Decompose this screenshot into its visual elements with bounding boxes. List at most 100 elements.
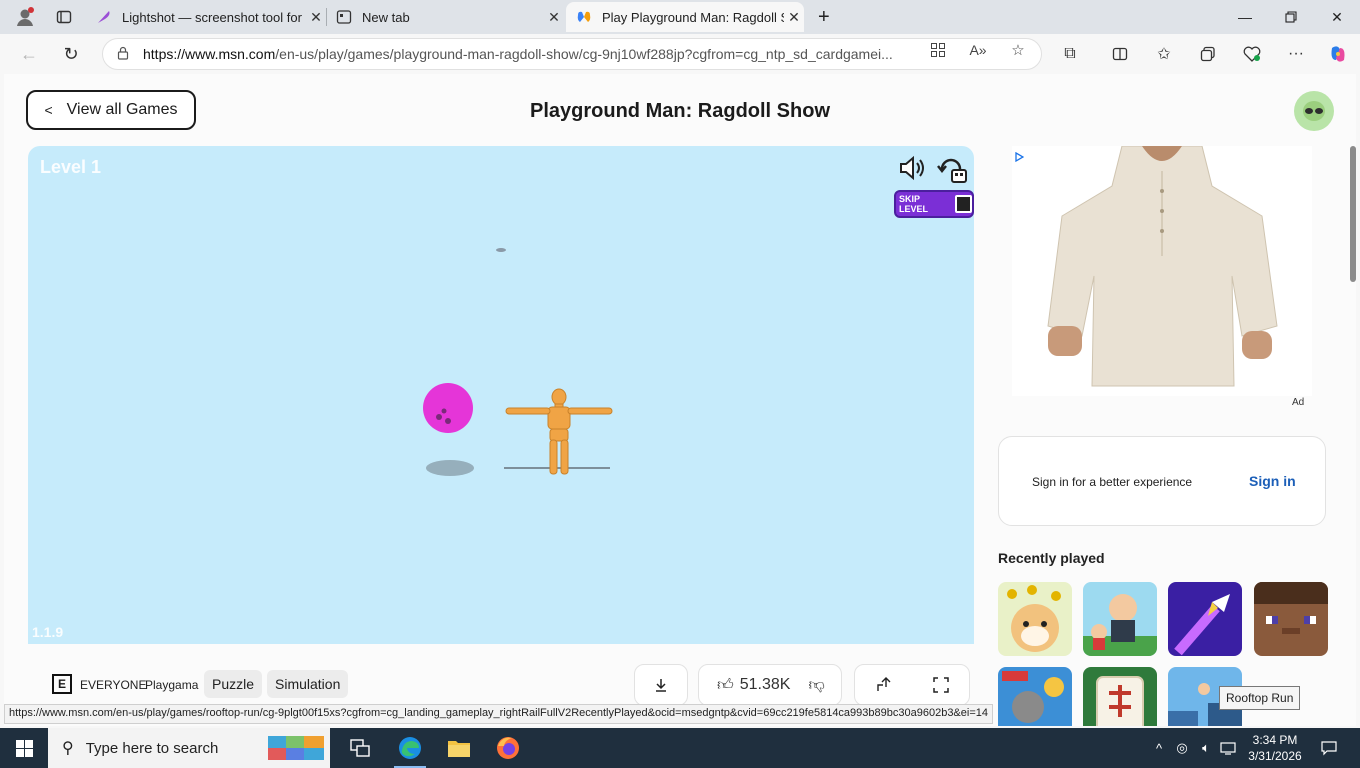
- dislike-button[interactable]: 👎︎: [808, 676, 824, 695]
- fullscreen-icon: [932, 677, 949, 693]
- browser-essentials-button[interactable]: [1240, 43, 1264, 65]
- speaker-icon: 🔈︎: [1202, 740, 1210, 755]
- action-center-button[interactable]: [1316, 728, 1342, 768]
- network-button[interactable]: [1218, 728, 1238, 768]
- favorite-button[interactable]: ☆: [1006, 40, 1030, 60]
- avatar[interactable]: [1294, 91, 1334, 131]
- clock-date: 3/31/2026: [1248, 749, 1302, 763]
- show-hidden-icons-button[interactable]: ^: [1150, 728, 1168, 768]
- read-aloud-button[interactable]: A»: [966, 40, 990, 60]
- address-toolbar: ← ↻ https://www.msn.com/en-us/play/games…: [0, 34, 1360, 74]
- like-button[interactable]: 👍︎ 51.38K: [717, 676, 790, 695]
- more-icon: ···: [1288, 45, 1304, 62]
- network-icon: [1220, 742, 1236, 755]
- profile-button[interactable]: [4, 2, 44, 32]
- star-icon: ☆: [1011, 42, 1025, 59]
- url-path: /en-us/play/games/playground-man-ragdoll…: [275, 46, 893, 62]
- fullscreen-button[interactable]: [932, 677, 949, 693]
- taskbar-search-box[interactable]: ⚲ Type here to search: [48, 728, 330, 768]
- thumbs-down-icon: 👎︎: [808, 676, 825, 694]
- close-tab-icon[interactable]: ✕: [306, 9, 326, 26]
- minimize-button[interactable]: —: [1222, 0, 1268, 34]
- tab-playground-man[interactable]: Play Playground Man: Ragdoll Show ✕: [566, 2, 804, 32]
- view-all-games-button[interactable]: < View all Games: [26, 90, 196, 130]
- tag-simulation[interactable]: Simulation: [267, 670, 349, 698]
- adchoices-icon[interactable]: [1014, 152, 1024, 162]
- shiba-bees-icon: [998, 582, 1072, 656]
- close-icon: ✕: [1331, 8, 1343, 25]
- address-field[interactable]: https://www.msn.com/en-us/play/games/pla…: [102, 38, 1042, 70]
- tab-title: Play Playground Man: Ragdoll Show: [602, 9, 784, 25]
- task-view-icon: [350, 739, 370, 757]
- split-screen-button[interactable]: [1108, 43, 1132, 65]
- start-button[interactable]: [0, 728, 48, 768]
- tab-actions-button[interactable]: [46, 2, 82, 32]
- page-scrollbar[interactable]: [1350, 146, 1356, 282]
- recent-game-thumbnail[interactable]: [1254, 582, 1328, 656]
- favorites-button[interactable]: ✩: [1152, 43, 1176, 65]
- download-button[interactable]: [634, 664, 688, 706]
- share-button[interactable]: [876, 677, 892, 693]
- rating-label: EVERYONE: [80, 678, 147, 692]
- cat-adventure-icon: [998, 667, 1072, 726]
- close-tab-icon[interactable]: ✕: [784, 9, 804, 26]
- page-title: Playground Man: Ragdoll Show: [530, 100, 830, 122]
- profile-icon: [17, 7, 34, 26]
- msn-game-page: < View all Games Playground Man: Ragdoll…: [4, 74, 1356, 726]
- alien-avatar-icon: [1303, 101, 1325, 121]
- thumbnail-tooltip: Rooftop Run: [1219, 686, 1301, 710]
- view-all-games-label: View all Games: [66, 101, 178, 118]
- site-info-icon[interactable]: [103, 46, 143, 63]
- clock[interactable]: 3:34 PM 3/31/2026: [1236, 732, 1314, 764]
- recent-game-thumbnail[interactable]: [1083, 582, 1157, 656]
- refresh-button[interactable]: ↻: [56, 40, 86, 68]
- recent-game-thumbnail[interactable]: [1083, 667, 1157, 726]
- apps-icon: [931, 43, 945, 57]
- ball-shadow: [426, 460, 474, 476]
- tab-new-tab[interactable]: New tab ✕: [326, 2, 564, 32]
- extensions-button[interactable]: ⧉: [1058, 43, 1082, 65]
- tag-puzzle[interactable]: Puzzle: [204, 670, 263, 698]
- url-text: https://www.msn.com/en-us/play/games/pla…: [143, 46, 913, 62]
- like-count: 51.38K: [739, 676, 791, 693]
- restore-icon: [1285, 11, 1297, 23]
- download-icon: [656, 679, 666, 692]
- game-canvas[interactable]: Level 1 SKIP LEVEL 1.1.9: [28, 146, 974, 644]
- volume-button[interactable]: 🔈︎: [1196, 728, 1216, 768]
- taskbar-firefox[interactable]: [484, 728, 532, 768]
- restore-button[interactable]: [1268, 0, 1314, 34]
- collections-button[interactable]: [1196, 43, 1220, 65]
- close-window-button[interactable]: ✕: [1314, 0, 1360, 34]
- folder-icon: [448, 741, 470, 757]
- heart-pulse-icon: [1243, 46, 1261, 62]
- sign-in-prompt: Sign in for a better experience: [1032, 475, 1193, 489]
- arrow-left-icon: ←: [20, 43, 38, 64]
- back-button[interactable]: ←: [14, 40, 44, 68]
- taskbar-file-explorer[interactable]: [435, 728, 483, 768]
- recent-game-thumbnail[interactable]: [998, 582, 1072, 656]
- app-available-button[interactable]: [926, 40, 950, 60]
- recent-game-thumbnail[interactable]: [1168, 582, 1242, 656]
- meet-now-button[interactable]: ◎: [1172, 728, 1192, 768]
- copilot-button[interactable]: [1326, 43, 1350, 65]
- refresh-icon: ↻: [63, 43, 79, 64]
- thumbs-up-icon: 👍︎: [717, 676, 734, 694]
- chevron-left-icon: <: [44, 102, 53, 118]
- taskbar-edge[interactable]: [386, 728, 434, 768]
- sign-in-card: Sign in for a better experience Sign in: [998, 436, 1326, 526]
- sign-in-link[interactable]: Sign in: [1249, 473, 1296, 489]
- ad-label: Ad: [1292, 397, 1305, 408]
- windows-logo-icon: [15, 739, 33, 757]
- recent-game-thumbnail[interactable]: [998, 667, 1072, 726]
- read-aloud-icon: A»: [969, 42, 987, 58]
- task-view-button[interactable]: [336, 728, 384, 768]
- publisher-name[interactable]: Playgama: [145, 678, 198, 692]
- advertisement-image[interactable]: [1012, 146, 1312, 396]
- collections-icon: [1200, 46, 1215, 62]
- tab-lightshot[interactable]: Lightshot — screenshot tool for Mac & Wi…: [86, 2, 326, 32]
- close-tab-icon[interactable]: ✕: [544, 9, 564, 26]
- new-tab-button[interactable]: +: [812, 2, 842, 32]
- rating-group: 👍︎ 51.38K 👎︎: [698, 664, 842, 706]
- share-fullscreen-group: [854, 664, 970, 706]
- settings-more-button[interactable]: ···: [1284, 43, 1308, 65]
